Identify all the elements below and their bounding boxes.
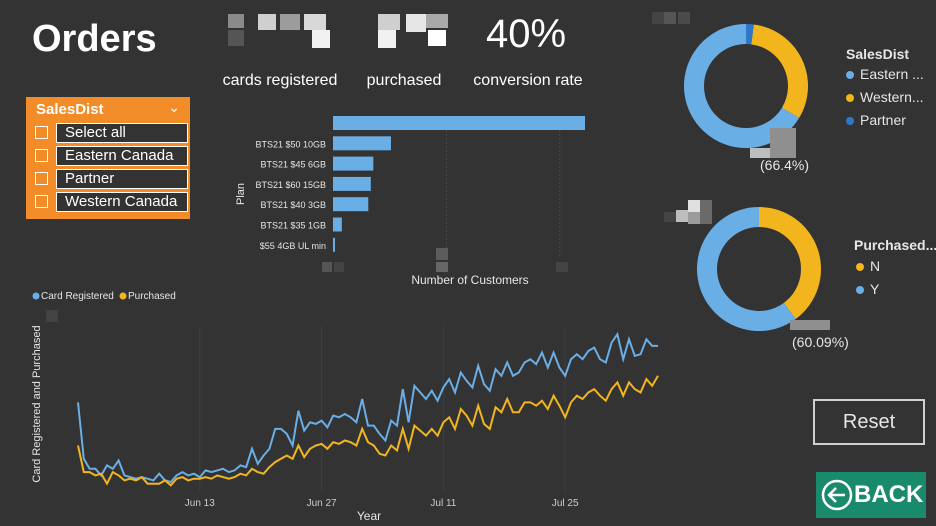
series-line [77,331,658,484]
bar [333,156,374,171]
bar-category-label: BTS21 $40 3GB [260,200,326,210]
legend-registered-label: Card Registered [41,291,114,302]
slicer-item-label: Select all [56,123,188,143]
plan-bar-chart: Plan Number of Customers BTS21 $50 10GB B… [235,116,585,287]
salesdist-slicer[interactable]: SalesDist ⌄ Select all Eastern Canada Pa… [26,97,190,219]
bar-category-label: BTS21 $60 15GB [255,180,326,190]
legend-dot-registered [32,292,40,300]
donut-slice [751,24,808,118]
legend-label: Partner [860,112,906,128]
slicer-item-label: Western Canada [56,192,188,212]
page-title: Orders [32,18,157,60]
legend-purchased-label: Purchased [128,291,176,302]
legend-label: Eastern ... [860,66,924,82]
legend-dot-purchased [119,292,127,300]
x-tick-label: Jul 11 [430,498,456,509]
bar [333,176,371,191]
checkbox-icon[interactable] [35,172,48,185]
legend-item-n[interactable]: N [856,258,880,274]
slicer-item-label: Eastern Canada [56,146,188,166]
bar [333,197,369,212]
donut1-legend-title: SalesDist [846,46,910,62]
legend-item-partner[interactable]: Partner [846,112,906,128]
kpi-cards-registered-value [220,10,340,56]
kpi-purchased-value [372,10,462,56]
series-line [77,375,659,487]
kpi-cards-registered-label: cards registered [222,72,338,89]
bar [333,237,336,252]
back-arrow-icon [821,479,853,511]
legend-label: Y [870,281,880,297]
slicer-item-western-canada[interactable]: Western Canada [32,192,188,212]
bar-category-label: BTS21 $50 10GB [255,139,326,149]
kpi-conversion-label: conversion rate [473,72,583,89]
legend-label: Western... [860,89,924,105]
checkbox-icon[interactable] [35,195,48,208]
bar-chart-ylabel: Plan [235,183,247,205]
back-button[interactable]: BACK [816,472,926,518]
bar-chart-xlabel: Number of Customers [411,273,528,287]
bar-category-label: BTS21 $35 1GB [260,221,326,231]
x-tick-label: Jul 25 [552,498,579,509]
bar [333,116,585,130]
line-chart-ylabel: Card Registered and Purchased [31,325,43,482]
legend-dot [856,286,864,295]
checkbox-icon[interactable] [35,126,48,139]
kpi-conversion-value: 40% [485,12,567,56]
kpi-purchased-label: purchased [366,72,442,89]
donut1-data-label: (66.4%) [760,157,810,173]
x-tick-label: Jun 13 [185,498,215,509]
donut2-legend-title: Purchased... [854,237,936,253]
legend-dot [846,71,854,80]
legend-item-western[interactable]: Western... [846,89,924,105]
bar [333,217,342,232]
slicer-title: SalesDist [36,101,104,118]
slicer-item-select-all[interactable]: Select all [32,123,188,143]
bar-category-label: BTS21 $45 6GB [260,160,326,170]
slicer-item-eastern-canada[interactable]: Eastern Canada [32,146,188,166]
bar-category-label: $55 4GB UL min [260,241,326,251]
chevron-down-icon[interactable]: ⌄ [168,99,180,116]
legend-dot [856,263,864,272]
registered-purchased-line-chart: Card Registered Purchased Card Registere… [31,291,659,523]
legend-dot [846,94,854,103]
x-tick-label: Jun 27 [307,498,337,509]
line-chart-xlabel: Year [357,509,381,523]
reset-button[interactable]: Reset [813,399,925,445]
checkbox-icon[interactable] [35,149,48,162]
bar [333,136,391,151]
slicer-item-label: Partner [56,169,188,189]
purchased-donut-chart [697,207,821,331]
donut2-data-label: (60.09%) [792,334,849,350]
slicer-item-partner[interactable]: Partner [32,169,188,189]
legend-dot [846,117,854,126]
legend-item-y[interactable]: Y [856,281,879,297]
legend-item-eastern[interactable]: Eastern ... [846,66,924,82]
back-button-label: BACK [854,481,924,508]
donut-slice [759,207,821,319]
legend-label: N [870,258,881,274]
